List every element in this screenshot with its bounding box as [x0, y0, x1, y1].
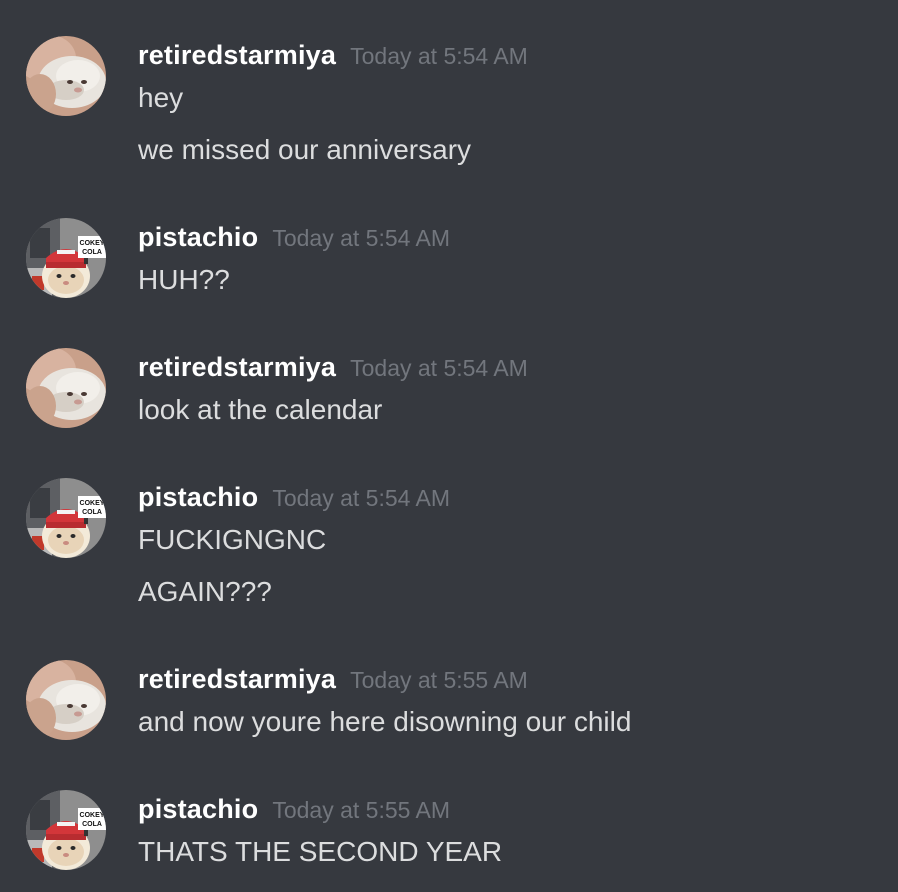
cat-cap-icon: COKEY COLA — [26, 478, 106, 558]
cat-cap-icon: COKEY COLA — [26, 790, 106, 870]
svg-text:COLA: COLA — [82, 821, 102, 828]
username[interactable]: retiredstarmiya — [138, 352, 336, 382]
timestamp: Today at 5:54 AM — [350, 355, 528, 381]
message-text: FUCKIGNGNC — [138, 524, 327, 555]
username[interactable]: pistachio — [138, 482, 258, 512]
message-header: retiredstarmiya Today at 5:55 AM — [138, 662, 528, 696]
hamster-icon — [26, 660, 106, 740]
avatar[interactable]: COKEY COLA — [26, 218, 106, 298]
message-header: pistachio Today at 5:54 AM — [138, 220, 450, 254]
timestamp: Today at 5:54 AM — [272, 225, 451, 251]
hamster-icon — [26, 36, 106, 116]
message-header: pistachio Today at 5:54 AM — [138, 480, 450, 514]
message-text: THATS THE SECOND YEAR — [138, 836, 503, 867]
timestamp: Today at 5:55 AM — [350, 667, 528, 693]
timestamp: Today at 5:54 AM — [350, 43, 528, 69]
avatar[interactable]: COKEY COLA — [26, 478, 106, 558]
avatar[interactable] — [26, 660, 106, 740]
svg-text:COKEY: COKEY — [80, 240, 105, 247]
message-text: AGAIN??? — [138, 576, 272, 607]
message-text: HUH?? — [138, 264, 230, 295]
svg-text:COKEY: COKEY — [80, 812, 105, 819]
message-text: hey — [138, 82, 184, 113]
timestamp: Today at 5:54 AM — [272, 485, 451, 511]
message-header: retiredstarmiya Today at 5:54 AM — [138, 350, 528, 384]
username[interactable]: pistachio — [138, 794, 258, 824]
message-header: pistachio Today at 5:55 AM — [138, 792, 450, 826]
cat-cap-icon: COKEY COLA — [26, 218, 106, 298]
username[interactable]: retiredstarmiya — [138, 664, 336, 694]
svg-text:COLA: COLA — [82, 249, 102, 256]
avatar[interactable] — [26, 348, 106, 428]
timestamp: Today at 5:55 AM — [272, 797, 451, 823]
svg-text:COKEY: COKEY — [80, 500, 105, 507]
username[interactable]: retiredstarmiya — [138, 40, 336, 70]
message-header: retiredstarmiya Today at 5:54 AM — [138, 38, 528, 72]
username[interactable]: pistachio — [138, 222, 258, 252]
message-text: we missed our anniversary — [138, 134, 472, 165]
avatar[interactable]: COKEY COLA — [26, 790, 106, 870]
svg-text:COLA: COLA — [82, 509, 102, 516]
message-text: look at the calendar — [138, 394, 383, 425]
hamster-icon — [26, 348, 106, 428]
message-text: and now youre here disowning our child — [138, 706, 632, 737]
chat-messages: retiredstarmiya Today at 5:54 AM hey we m… — [0, 0, 898, 892]
avatar[interactable] — [26, 36, 106, 116]
